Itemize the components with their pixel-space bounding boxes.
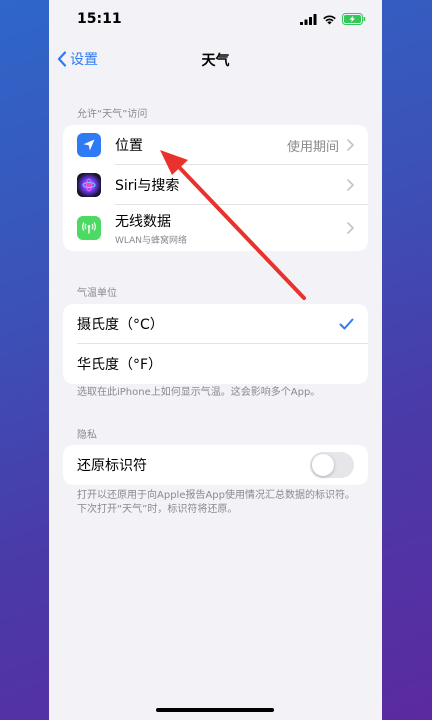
reset-identifier-toggle[interactable] — [310, 452, 354, 478]
chevron-right-icon — [347, 179, 354, 191]
siri-icon — [77, 173, 101, 197]
reset-identifier-row: 还原标识符 — [63, 445, 368, 485]
wifi-icon — [323, 14, 336, 24]
wireless-data-label: 无线数据 — [115, 213, 171, 230]
signal-icon — [300, 13, 317, 25]
antenna-icon — [77, 216, 101, 240]
status-icons — [300, 13, 366, 25]
status-bar: 15:11 — [49, 0, 382, 40]
temp-section-footer: 选取在此iPhone上如何显示气温。这会影响多个App。 — [77, 387, 321, 398]
access-group: 位置 使用期间 Siri与搜索 无线数据 WLAN与蜂窝网络 — [63, 125, 368, 251]
toggle-knob — [312, 454, 334, 476]
location-label: 位置 — [115, 138, 143, 154]
location-value: 使用期间 — [286, 139, 339, 155]
fahrenheit-label: 华氏度（°F） — [77, 357, 163, 373]
home-indicator — [156, 708, 274, 712]
celsius-label: 摄氏度（°C） — [77, 317, 164, 333]
wireless-data-row[interactable]: 无线数据 WLAN与蜂窝网络 — [63, 205, 368, 251]
nav-bar: 设置 天气 — [49, 40, 382, 78]
location-arrow-icon — [77, 133, 101, 157]
siri-search-label: Siri与搜索 — [115, 178, 180, 194]
siri-search-row[interactable]: Siri与搜索 — [63, 165, 368, 205]
battery-charging-icon — [342, 13, 366, 25]
chevron-right-icon — [347, 139, 354, 151]
privacy-section-header: 隐私 — [77, 430, 97, 441]
celsius-row[interactable]: 摄氏度（°C） — [63, 304, 368, 344]
reset-identifier-label: 还原标识符 — [77, 458, 147, 474]
location-row[interactable]: 位置 使用期间 — [63, 125, 368, 165]
privacy-section-footer: 打开以还原用于向Apple报告App使用情况汇总数据的标识符。下次打开“天气”时… — [77, 490, 356, 515]
page-title: 天气 — [201, 53, 230, 69]
status-time: 15:11 — [77, 11, 122, 27]
temp-unit-group: 摄氏度（°C） 华氏度（°F） — [63, 304, 368, 384]
chevron-right-icon — [347, 222, 354, 234]
checkmark-icon — [339, 318, 354, 330]
access-section-header: 允许“天气”访问 — [77, 109, 148, 120]
privacy-group: 还原标识符 — [63, 445, 368, 485]
wireless-data-sub: WLAN与蜂窝网络 — [115, 235, 188, 246]
temp-section-header: 气温单位 — [77, 288, 117, 299]
fahrenheit-row[interactable]: 华氏度（°F） — [63, 344, 368, 384]
phone-screen: 15:11 设置 天气 允许“天气”访问 位置 使用期间 Siri与搜索 无线数… — [49, 0, 382, 720]
